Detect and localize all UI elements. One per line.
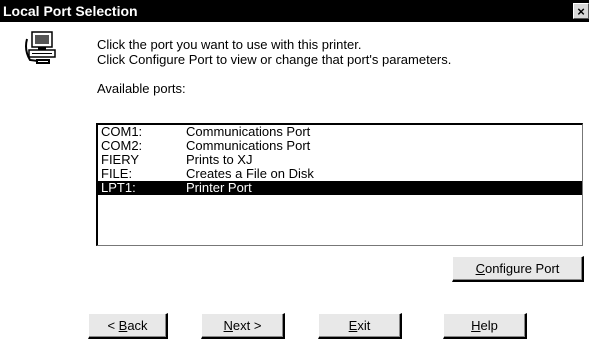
configure-accel: C	[475, 261, 485, 276]
window-title: Local Port Selection	[3, 3, 138, 19]
port-list-item[interactable]: FIERY Prints to XJ	[98, 153, 582, 167]
help-label: elp	[480, 318, 498, 333]
back-label: ack	[127, 318, 148, 333]
configure-port-button[interactable]: Configure Port	[452, 256, 584, 282]
local-port-selection-dialog: Local Port Selection × Click the port yo…	[0, 0, 589, 355]
port-name: COM1:	[101, 124, 143, 139]
instruction-line-2: Click Configure Port to view or change t…	[97, 52, 452, 67]
computer-ports-icon	[24, 30, 60, 66]
port-list-item[interactable]: FILE: Creates a File on Disk	[98, 167, 582, 181]
exit-label: xit	[357, 318, 371, 333]
port-list-item[interactable]: COM2: Communications Port	[98, 139, 582, 153]
instruction-line-1: Click the port you want to use with this…	[97, 37, 362, 52]
back-prefix: <	[107, 318, 119, 333]
port-description: Creates a File on Disk	[186, 166, 314, 181]
port-description: Printer Port	[186, 180, 252, 195]
port-list-item-selected[interactable]: LPT1: Printer Port	[98, 181, 582, 195]
help-accel: H	[471, 318, 481, 333]
port-name: COM2:	[101, 138, 143, 153]
ports-listbox[interactable]: COM1: Communications Port COM2: Communic…	[96, 123, 583, 246]
next-button[interactable]: Next >	[201, 313, 285, 339]
back-button[interactable]: < Back	[88, 313, 168, 339]
configure-label: onfigure Port	[484, 261, 560, 276]
title-bar[interactable]: Local Port Selection ×	[0, 0, 589, 22]
close-button[interactable]: ×	[573, 3, 589, 19]
port-description: Prints to XJ	[186, 152, 253, 167]
port-description: Communications Port	[186, 138, 311, 153]
exit-button[interactable]: Exit	[318, 313, 402, 339]
port-name: FIERY	[101, 152, 140, 167]
next-label: ext >	[232, 318, 262, 333]
port-description: Communications Port	[186, 124, 311, 139]
close-icon: ×	[577, 4, 585, 19]
help-button[interactable]: Help	[443, 313, 527, 339]
port-name: FILE:	[101, 166, 133, 181]
next-accel: N	[223, 318, 233, 333]
port-name: LPT1:	[101, 180, 136, 195]
available-ports-label: Available ports:	[97, 81, 186, 96]
port-list-item[interactable]: COM1: Communications Port	[98, 125, 582, 139]
